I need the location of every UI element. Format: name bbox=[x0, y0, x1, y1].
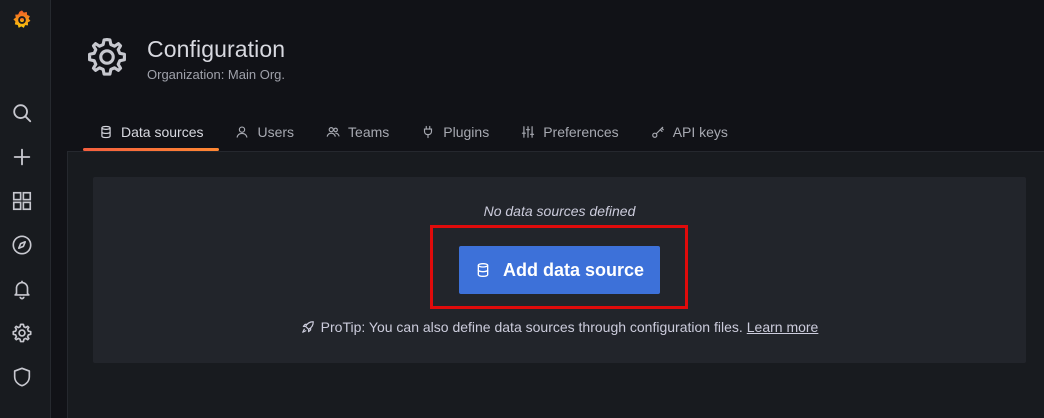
user-icon bbox=[236, 126, 249, 138]
tab-label: Teams bbox=[348, 124, 390, 140]
database-icon bbox=[477, 263, 489, 278]
plug-icon bbox=[424, 125, 433, 139]
gear-icon bbox=[85, 35, 129, 79]
sidebar bbox=[0, 0, 51, 418]
tab-teams[interactable]: Teams bbox=[310, 114, 405, 150]
sliders-icon bbox=[522, 126, 535, 138]
tab-label: Users bbox=[257, 124, 295, 140]
add-data-source-button[interactable]: Add data source bbox=[459, 246, 660, 294]
database-icon bbox=[101, 125, 111, 139]
protip: ProTip: You can also define data sources… bbox=[93, 319, 1026, 335]
grafana-logo-icon[interactable] bbox=[10, 8, 34, 32]
tab-plugins[interactable]: Plugins bbox=[405, 114, 505, 150]
add-data-source-label: Add data source bbox=[502, 259, 645, 280]
empty-list-card: No data sources defined Add data source … bbox=[93, 177, 1026, 363]
learn-more-link[interactable]: Learn more bbox=[747, 319, 819, 335]
plus-icon[interactable] bbox=[10, 145, 34, 169]
search-icon[interactable] bbox=[10, 101, 34, 125]
tab-label: API keys bbox=[672, 124, 728, 140]
protip-text: ProTip: You can also define data sources… bbox=[320, 319, 743, 335]
key-icon bbox=[651, 126, 664, 138]
rocket-icon bbox=[301, 321, 314, 333]
alerting-bell-icon[interactable] bbox=[10, 277, 34, 301]
tab-data-sources[interactable]: Data sources bbox=[83, 114, 220, 151]
tab-label: Preferences bbox=[543, 124, 619, 140]
dashboards-grid-icon[interactable] bbox=[10, 189, 34, 213]
page-content: No data sources defined Add data source … bbox=[67, 151, 1044, 418]
config-tabs: Data sources Users Teams Plugins Prefere… bbox=[83, 114, 744, 152]
tab-label: Plugins bbox=[443, 124, 490, 140]
explore-compass-icon[interactable] bbox=[10, 233, 34, 257]
tab-api-keys[interactable]: API keys bbox=[635, 114, 744, 150]
main-area: Configuration Organization: Main Org. Da… bbox=[52, 0, 1044, 418]
configuration-gear-icon[interactable] bbox=[10, 321, 34, 345]
page-title: Configuration bbox=[147, 36, 286, 62]
empty-state-title: No data sources defined bbox=[483, 203, 636, 219]
server-admin-shield-icon[interactable] bbox=[10, 365, 34, 389]
tab-preferences[interactable]: Preferences bbox=[505, 114, 634, 150]
users-icon bbox=[326, 127, 340, 137]
page-subtitle: Organization: Main Org. bbox=[147, 67, 286, 82]
tab-label: Data sources bbox=[121, 124, 204, 140]
tab-users[interactable]: Users bbox=[219, 114, 310, 150]
